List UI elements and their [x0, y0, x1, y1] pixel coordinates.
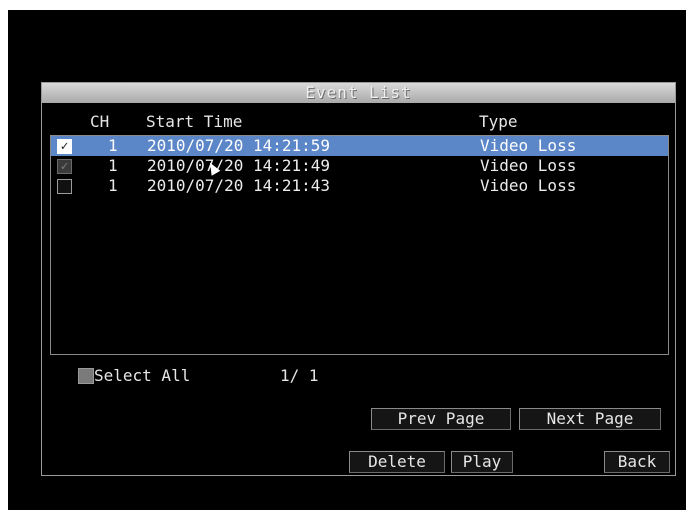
row-checkbox[interactable]: ✓ [57, 139, 72, 154]
row-checkbox[interactable]: ✓ [57, 159, 72, 174]
column-header-type: Type [479, 112, 518, 131]
row-type: Video Loss [480, 136, 577, 155]
select-all-checkbox[interactable] [78, 368, 94, 384]
column-header-start-time: Start Time [146, 112, 243, 131]
dvr-screen: Event List CH Start Time Type ✓ 1 2010/0… [8, 10, 686, 510]
row-type: Video Loss [480, 176, 577, 195]
row-channel: 1 [108, 176, 118, 195]
event-list[interactable]: ✓ 1 2010/07/20 14:21:59 Video Loss ✓ 1 2… [50, 135, 669, 355]
next-page-button[interactable]: Next Page [519, 408, 661, 430]
delete-button[interactable]: Delete [349, 451, 445, 473]
play-button[interactable]: Play [451, 451, 513, 473]
event-list-dialog: Event List CH Start Time Type ✓ 1 2010/0… [41, 82, 676, 476]
row-channel: 1 [108, 156, 118, 175]
back-button[interactable]: Back [604, 451, 670, 473]
column-header-ch: CH [90, 112, 110, 131]
dialog-title: Event List [42, 83, 675, 103]
row-checkbox[interactable] [57, 179, 72, 194]
event-row[interactable]: ✓ 1 2010/07/20 14:21:59 Video Loss [51, 136, 668, 156]
select-all-label[interactable]: Select All [94, 367, 190, 385]
row-start-time: 2010/07/20 14:21:49 [147, 156, 331, 175]
row-start-time: 2010/07/20 14:21:59 [147, 136, 331, 155]
row-channel: 1 [108, 136, 118, 155]
prev-page-button[interactable]: Prev Page [371, 408, 511, 430]
page-indicator: 1/ 1 [280, 366, 319, 385]
row-type: Video Loss [480, 156, 577, 175]
event-row[interactable]: 1 2010/07/20 14:21:43 Video Loss [51, 176, 668, 196]
row-start-time: 2010/07/20 14:21:43 [147, 176, 331, 195]
event-row[interactable]: ✓ 1 2010/07/20 14:21:49 Video Loss [51, 156, 668, 176]
